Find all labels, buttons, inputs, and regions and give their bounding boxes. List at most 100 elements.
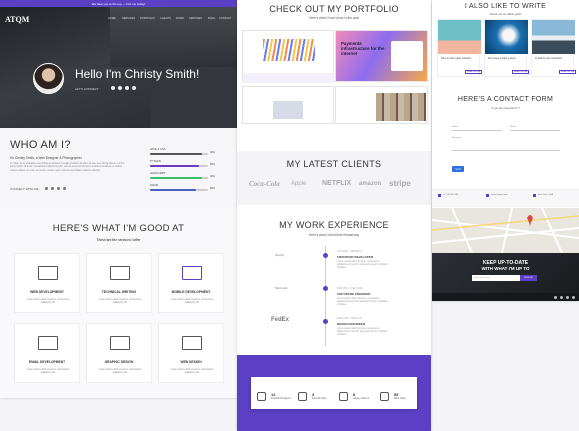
keyboard-image [110, 7, 237, 67]
service-card-web-development[interactable]: WEB DEVELOPMENT Lorem ipsum dolor sit ame… [14, 253, 80, 313]
email-label: Email [510, 126, 516, 128]
service-title: TECHNICAL WRITING [101, 290, 137, 294]
twitter-icon[interactable] [45, 187, 48, 190]
send-button[interactable]: Send [452, 166, 464, 172]
mobile-icon [182, 266, 202, 280]
portfolio-mockup [391, 41, 423, 71]
skill-percent: 90% [210, 151, 215, 154]
instagram-icon[interactable] [63, 187, 66, 190]
experience-date: MAR 2017 - DEC 2018 [337, 287, 363, 290]
github-icon[interactable] [118, 86, 122, 90]
read-more-link[interactable]: READ MORE [512, 70, 530, 74]
top-bar-text: We take you to the top — hire me today! [91, 1, 146, 6]
stat-label: Awards Won [312, 397, 327, 400]
service-desc: Lorem ipsum dolor sit amet, consectetur … [26, 298, 70, 304]
client-logo-apple: Apple [291, 181, 307, 187]
blog-contact-panel: I ALSO LIKE TO WRITE Check out my latest… [432, 0, 579, 301]
read-more-link[interactable]: READ MORE [465, 70, 483, 74]
blog-title: I ALSO LIKE TO WRITE [464, 3, 547, 10]
contact-info-phone: +1 234 567 890 [443, 194, 459, 196]
portfolio-card[interactable] [335, 86, 428, 124]
blog-card[interactable]: A walk by the mountains READ MORE [531, 19, 577, 77]
github-icon[interactable] [566, 296, 569, 299]
portfolio-card[interactable] [242, 30, 335, 83]
contact-info-email: hello@atqm.com [491, 194, 508, 196]
blog-thumb-lamp [485, 20, 528, 54]
twitter-icon[interactable] [111, 86, 115, 90]
service-card-technical-writing[interactable]: TECHNICAL WRITING Lorem ipsum dolor sit a… [86, 253, 152, 313]
portfolio-thumb-footer [243, 73, 335, 83]
experience-desc: Lorem ipsum dolor sit amet, consectetur … [337, 297, 388, 306]
about-title: WHO AM I? [10, 139, 71, 151]
github-icon[interactable] [57, 187, 60, 190]
nav-services-2[interactable]: SERVICES [189, 17, 202, 20]
skill-label: HTML & CSS [150, 148, 166, 151]
twitter-icon[interactable] [554, 296, 557, 299]
service-card-web-design[interactable]: WEB DESIGN Lorem ipsum dolor sit amet, co… [158, 323, 224, 383]
portfolio-thumb [263, 39, 315, 61]
nav-portfolio[interactable]: PORTFOLIO [140, 17, 155, 20]
facebook-icon[interactable] [560, 296, 563, 299]
portfolio-card[interactable] [242, 86, 334, 124]
nav-blog[interactable]: BLOG [208, 17, 215, 20]
newsletter-subtitle: WITH WHAT I'M UP TO [481, 266, 530, 271]
stat-label: Finished Projects [271, 397, 291, 400]
services-section: HERE'S WHAT I'M GOOD AT These are the se… [0, 208, 237, 398]
skill-label: PYTHON [150, 160, 161, 163]
stat-label: Bear Paid [394, 397, 406, 400]
name-field[interactable] [452, 130, 502, 131]
facebook-icon[interactable] [51, 187, 54, 190]
home-page-panel: We take you to the top — hire me today! … [0, 0, 237, 398]
nav-work[interactable]: WORK [176, 17, 184, 20]
company-logo-microsoft: Microsoft [275, 286, 288, 290]
portfolio-card[interactable]: Payments infrastructure for the internet [335, 30, 428, 82]
monitor-icon [38, 266, 58, 280]
dribbble-icon[interactable] [132, 86, 136, 90]
message-field[interactable] [452, 150, 560, 151]
experience-desc: Lorem ipsum dolor sit amet, consectetur … [337, 260, 388, 269]
about-section: WHO AM I? I'm Christy Smith, a Web Desig… [0, 128, 237, 208]
service-card-mobile-development[interactable]: MOBILE DEVELOPMENT Lorem ipsum dolor sit … [158, 253, 224, 313]
site-logo[interactable]: ATQM [5, 15, 29, 24]
skills: HTML & CSS 90% PYTHON 85% JAVASCRIPT 90%… [150, 148, 220, 198]
email-field[interactable] [510, 130, 560, 131]
service-title: GRAPHIC DESIGN [104, 360, 134, 364]
blog-post-title: Five ways to light a room [488, 57, 516, 60]
newsletter-signup-button[interactable]: SIGN UP [520, 275, 537, 281]
read-more-link[interactable]: READ MORE [559, 70, 577, 74]
phone-icon [438, 194, 441, 197]
client-logo-coca-cola: Coca-Cola [249, 180, 280, 188]
portfolio-thumb [273, 101, 303, 119]
message-label: Message [452, 137, 461, 139]
instagram-icon[interactable] [572, 296, 575, 299]
service-desc: Lorem ipsum dolor sit amet, consectetur … [170, 368, 214, 374]
document-icon [110, 266, 130, 280]
service-title: MOBILE DEVELOPMENT [171, 290, 211, 294]
nav-contact[interactable]: CONTACT [219, 17, 231, 20]
nav-home[interactable]: HOME [108, 17, 116, 20]
service-card-graphic-design[interactable]: GRAPHIC DESIGN Lorem ipsum dolor sit amet… [86, 323, 152, 383]
newsletter-email-input[interactable]: Enter your email [472, 275, 520, 281]
service-title: EMAIL DEVELOPMENT [28, 360, 66, 364]
service-card-email-development[interactable]: EMAIL DEVELOPMENT Lorem ipsum dolor sit a… [14, 323, 80, 383]
portfolio-card-heading: Payments infrastructure for the internet [341, 41, 385, 56]
newsletter-section: KEEP UP-TO-DATE WITH WHAT I'M UP TO Ente… [432, 253, 579, 293]
blog-card[interactable]: Five ways to light a room READ MORE [484, 19, 530, 77]
services-subtitle: These are the services I offer [96, 238, 141, 242]
timeline-dot [323, 286, 328, 291]
nav-services[interactable]: SERVICES [122, 17, 135, 20]
instagram-icon[interactable] [125, 86, 129, 90]
blog-card[interactable]: How to write good software READ MORE [437, 19, 483, 77]
service-title: WEB DESIGN [180, 360, 202, 364]
layout-icon [182, 336, 202, 350]
experience-role: DESIGN ENGINEER [337, 322, 366, 326]
portfolio-subtitle: Here's what I have done in the past [309, 16, 359, 20]
nav-clients[interactable]: CLIENTS [160, 17, 171, 20]
clients-title: MY LATEST CLIENTS [286, 159, 382, 169]
portfolio-thumb [376, 93, 426, 121]
trophy-icon [298, 392, 307, 401]
newsletter-placeholder: Enter your email [474, 276, 490, 279]
skill-percent: 90% [210, 175, 215, 178]
email-icon [486, 194, 489, 197]
map[interactable] [432, 207, 579, 254]
